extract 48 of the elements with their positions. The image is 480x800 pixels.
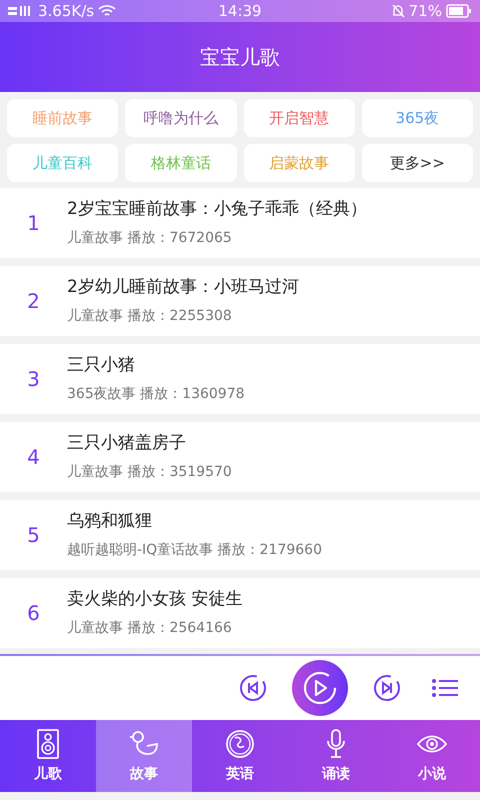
battery-icon [446,4,472,18]
story-row[interactable]: 1 2岁宝宝睡前故事：小兔子乖乖（经典） 儿童故事 播放：7672065 [0,188,480,258]
story-meta: 越听越聪明-IQ童话故事 播放：2179660 [67,541,322,559]
battery-level: 71% [408,0,442,22]
nav-tab[interactable]: 小说 [384,720,480,792]
nav-tab[interactable]: 诵读 [288,720,384,792]
next-button[interactable] [372,673,402,703]
story-title: 卖火柴的小女孩 安徒生 [67,589,242,609]
story-meta: 儿童故事 播放：2564166 [67,619,233,637]
story-meta: 儿童故事 播放：7672065 [67,229,233,247]
next-icon [372,673,402,703]
story-meta: 365夜故事 播放：1360978 [67,385,245,403]
rank-number: 2 [26,288,41,315]
previous-icon [238,673,268,703]
category-button[interactable]: 开启智慧 [244,99,355,137]
playlist-button[interactable] [432,676,458,700]
story-row[interactable]: 2 2岁幼儿睡前故事：小班马过河 儿童故事 播放：2255308 [0,266,480,336]
play-icon [301,669,339,707]
rank-number: 5 [26,522,41,549]
rank-number: 6 [26,600,41,627]
app-title: 宝宝儿歌 [200,44,280,71]
network-speed: 3.65K/s [38,0,94,22]
story-row[interactable]: 6 卖火柴的小女孩 安徒生 儿童故事 播放：2564166 [0,578,480,648]
nav-tab[interactable]: 儿歌 [0,720,96,792]
rank-number: 3 [26,366,41,393]
bell-off-icon [390,4,405,18]
category-button[interactable]: 更多>> [362,144,473,182]
rank-number: 4 [26,444,41,471]
story-title: 三只小猪 [67,355,136,375]
story-meta: 儿童故事 播放：2255308 [67,307,233,325]
story-row[interactable]: 5 乌鸦和狐狸 越听越聪明-IQ童话故事 播放：2179660 [0,500,480,570]
story-row[interactable]: 4 三只小猪盖房子 儿童故事 播放：3519570 [0,422,480,492]
category-button[interactable]: 呼噜为什么 [125,99,236,137]
story-title: 2岁幼儿睡前故事：小班马过河 [67,277,299,297]
nav-tab[interactable]: 故事 [96,720,192,792]
story-title: 乌鸦和狐狸 [67,511,153,531]
globe-icon [224,728,256,760]
rank-number: 1 [26,210,41,237]
story-meta: 儿童故事 播放：3519570 [67,463,232,481]
category-button[interactable]: 365夜 [362,99,473,137]
story-row[interactable]: 3 三只小猪 365夜故事 播放：1360978 [0,344,480,414]
wifi-icon [98,4,116,18]
story-title: 2岁宝宝睡前故事：小兔子乖乖（经典） [67,199,367,219]
menu-icon [432,678,458,698]
story-title: 三只小猪盖房子 [67,433,187,453]
clock: 14:39 [218,0,262,22]
nav-tab[interactable]: 英语 [192,720,288,792]
previous-button[interactable] [238,673,268,703]
